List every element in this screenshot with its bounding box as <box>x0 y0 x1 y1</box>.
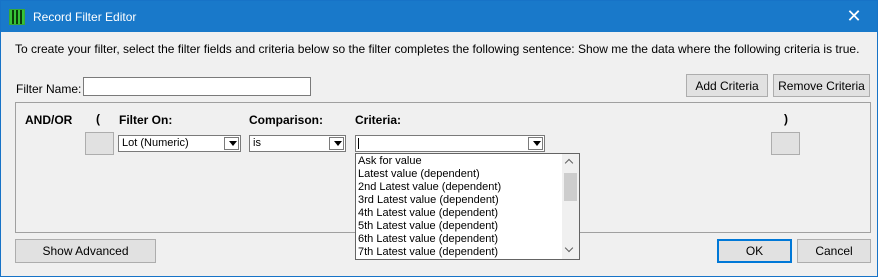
record-filter-editor-window: Record Filter Editor ✕ To create your fi… <box>0 0 878 277</box>
filter-on-select[interactable]: Lot (Numeric) <box>118 135 241 152</box>
criteria-option[interactable]: 5th Latest value (dependent) <box>358 220 498 233</box>
title-bar[interactable]: Record Filter Editor ✕ <box>1 1 877 32</box>
criteria-dropdown-list[interactable]: Ask for value Latest value (dependent) 2… <box>355 153 580 260</box>
criteria-option[interactable]: Latest value (dependent) <box>358 168 480 181</box>
show-advanced-button[interactable]: Show Advanced <box>15 239 156 263</box>
criteria-option[interactable]: 2nd Latest value (dependent) <box>358 181 501 194</box>
close-button[interactable]: ✕ <box>831 1 877 32</box>
filter-on-header: Filter On: <box>119 113 173 127</box>
window-title: Record Filter Editor <box>33 10 137 24</box>
open-paren-header: ( <box>96 112 100 126</box>
chevron-down-icon[interactable] <box>224 136 240 151</box>
chevron-down-icon[interactable] <box>528 136 544 151</box>
text-cursor <box>358 138 359 149</box>
chevron-down-icon[interactable] <box>562 242 579 259</box>
chevron-up-icon[interactable] <box>562 154 579 171</box>
criteria-option[interactable]: 4th Latest value (dependent) <box>358 207 498 220</box>
and-or-header: AND/OR <box>25 113 73 127</box>
criteria-select[interactable] <box>355 135 545 152</box>
chevron-down-icon[interactable] <box>329 136 345 151</box>
criteria-option[interactable]: Ask for value <box>358 155 422 168</box>
close-paren-toggle[interactable] <box>771 132 800 155</box>
ok-button[interactable]: OK <box>717 239 792 263</box>
instructions-text: To create your filter, select the filter… <box>15 42 860 56</box>
dropdown-scrollbar[interactable] <box>562 154 579 259</box>
cancel-button[interactable]: Cancel <box>797 239 871 263</box>
comparison-select[interactable]: is <box>249 135 346 152</box>
criteria-option[interactable]: 6th Latest value (dependent) <box>358 233 498 246</box>
criteria-option[interactable]: 3rd Latest value (dependent) <box>358 194 499 207</box>
filter-on-value: Lot (Numeric) <box>122 137 189 149</box>
comparison-value: is <box>253 137 261 149</box>
app-grid-icon <box>9 9 25 25</box>
filter-name-label: Filter Name: <box>16 82 82 96</box>
criteria-header: Criteria: <box>355 113 402 127</box>
criteria-option[interactable]: 7th Latest value (dependent) <box>358 246 498 259</box>
remove-criteria-button[interactable]: Remove Criteria <box>773 74 870 97</box>
add-criteria-button[interactable]: Add Criteria <box>686 74 768 97</box>
close-paren-header: ) <box>784 112 788 126</box>
scrollbar-thumb[interactable] <box>564 173 577 201</box>
filter-name-input[interactable] <box>83 77 311 96</box>
comparison-header: Comparison: <box>249 113 324 127</box>
open-paren-toggle[interactable] <box>85 132 114 155</box>
